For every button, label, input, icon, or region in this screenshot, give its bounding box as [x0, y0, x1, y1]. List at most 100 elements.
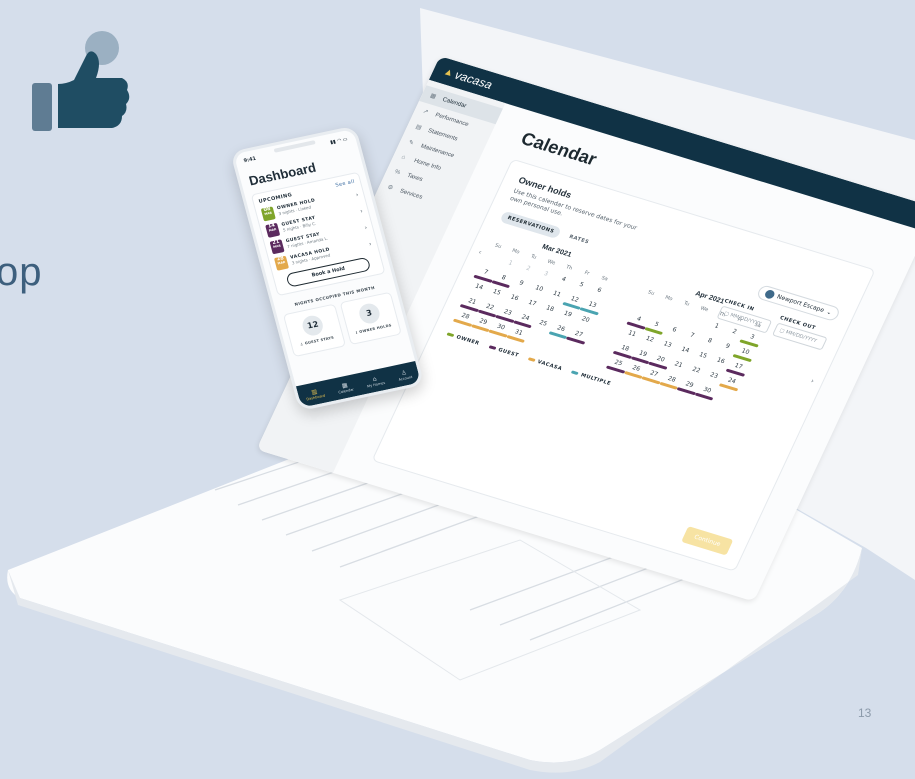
day-number: 27: [648, 369, 660, 379]
day-number: 13: [587, 300, 598, 310]
day-number: 29: [684, 380, 695, 389]
day-number: 22: [484, 302, 496, 312]
chart-icon: ↗: [421, 108, 429, 116]
statement-icon: ▤: [414, 124, 423, 132]
day-number: 2: [731, 327, 738, 336]
see-all-link[interactable]: See all: [335, 179, 356, 189]
badge-month: MAR: [272, 243, 282, 250]
booking-bar-vacasa: [623, 370, 643, 379]
booking-bar-vacasa: [641, 376, 661, 385]
bottom-tab-bar: ▥ Dashboard ▦ Calendar ⌂ My Homes ♙ Account: [295, 361, 421, 408]
booking-bar-guest: [605, 365, 625, 374]
prev-month-arrow[interactable]: ‹: [477, 248, 483, 256]
day-number: 16: [509, 293, 520, 302]
tab-my-homes[interactable]: ⌂ My Homes: [365, 374, 386, 388]
booking-bar-vacasa: [488, 329, 508, 338]
calendar-day[interactable]: 27: [566, 328, 590, 345]
legend-vacasa: VACASA: [527, 356, 563, 372]
day-number: 11: [626, 329, 638, 338]
continue-button[interactable]: Continue: [681, 526, 734, 556]
day-number: 25: [538, 318, 549, 328]
day-number: 24: [726, 376, 737, 386]
day-number: 11: [551, 289, 563, 299]
chevron-right-icon: ›: [363, 224, 369, 232]
calendar-day[interactable]: 24: [719, 375, 743, 392]
chevron-right-icon: ›: [368, 240, 373, 248]
day-number: 1: [713, 322, 721, 330]
owner-holds-stat[interactable]: 3 ⚷ OWNER HOLDS: [339, 291, 402, 346]
day-number: 25: [613, 358, 624, 368]
tab-calendar[interactable]: ▦ Calendar: [336, 380, 354, 394]
day-number: 8: [706, 336, 714, 345]
legend-multiple: MULTIPLE: [570, 369, 612, 387]
badge-month: MAR: [263, 210, 273, 217]
day-number: 30: [495, 322, 507, 332]
date-badge: 21 MAR: [269, 239, 285, 255]
calendar-day[interactable]: 6: [588, 284, 610, 298]
calendar-day[interactable]: 31: [506, 326, 529, 343]
tab-rates[interactable]: RATES: [561, 229, 597, 249]
calendar-day[interactable]: 30: [694, 384, 718, 401]
day-number: 15: [491, 287, 503, 297]
day-number: 2: [524, 264, 532, 273]
day-number: 20: [655, 354, 666, 364]
booking-bar-vacasa: [452, 318, 472, 327]
next-month-arrow[interactable]: ›: [809, 377, 815, 385]
sidebar-item-label: Calendar: [441, 96, 468, 110]
legend-label: OWNER: [455, 334, 481, 347]
day-number: 6: [595, 286, 603, 294]
calendar-day[interactable]: 13: [579, 299, 603, 316]
calendar-icon: ▦: [428, 93, 437, 101]
day-number: 26: [555, 324, 567, 333]
day-number: 18: [620, 343, 631, 353]
day-number: 28: [666, 374, 677, 384]
owner-holds-value: 3: [356, 301, 382, 326]
weekday-label: Sa: [600, 274, 609, 283]
badge-month: MAR: [277, 260, 286, 266]
day-number: 10: [740, 347, 751, 356]
day-number: 12: [644, 334, 656, 344]
legend-guest: GUEST: [487, 344, 520, 359]
day-number: 19: [637, 349, 649, 358]
day-number: 8: [500, 273, 508, 282]
upcoming-card: UPCOMING See all 08 MAR OWNER HOLD 3 nights…: [250, 171, 386, 297]
day-number: 14: [680, 345, 691, 355]
day-number: 4: [635, 315, 643, 323]
day-number: 3: [542, 270, 550, 278]
booking-bar-multiple: [548, 330, 568, 340]
day-number: 6: [671, 326, 678, 334]
calendar-day[interactable]: 17: [726, 360, 749, 377]
legend-swatch: [570, 370, 579, 376]
day-number: 17: [527, 298, 538, 308]
day-number: 7: [688, 331, 696, 339]
guest-stays-stat[interactable]: 12 ♙ GUEST STAYS: [282, 303, 346, 358]
legend-label: MULTIPLE: [579, 372, 612, 387]
slide: op ▲ vacasa ▦ Calendar ↗ Performance ▤ Stateme…: [0, 0, 915, 779]
chevron-right-icon: ›: [359, 207, 364, 216]
calendar-day[interactable]: 3: [739, 331, 763, 348]
day-number: 14: [473, 282, 485, 292]
legend-label: VACASA: [536, 358, 564, 372]
day-number: 5: [653, 320, 661, 329]
day-number: 19: [562, 309, 574, 319]
guest-stays-label: GUEST STAYS: [304, 335, 335, 346]
tab-dashboard[interactable]: ▥ Dashboard: [304, 386, 326, 401]
legend-swatch: [527, 357, 536, 363]
day-number: 17: [733, 361, 744, 371]
calendar-day[interactable]: 20: [574, 313, 596, 327]
booking-bar-guest: [676, 386, 697, 396]
day-number: 29: [478, 317, 489, 326]
day-number: 23: [502, 307, 513, 317]
day-number: 9: [724, 342, 732, 350]
page-number: 13: [858, 706, 872, 720]
calendar-day[interactable]: 10: [732, 346, 756, 363]
tab-account[interactable]: ♙ Account: [396, 368, 413, 382]
booking-bar-vacasa: [719, 383, 739, 392]
day-number: 4: [560, 275, 568, 283]
day-number: 24: [520, 313, 531, 323]
day-number: 28: [460, 311, 471, 321]
day-number: 7: [482, 268, 490, 276]
date-badge: 14 MAR: [265, 222, 281, 238]
booking-bar-vacasa: [470, 323, 490, 333]
person-icon: ♙: [299, 341, 305, 347]
